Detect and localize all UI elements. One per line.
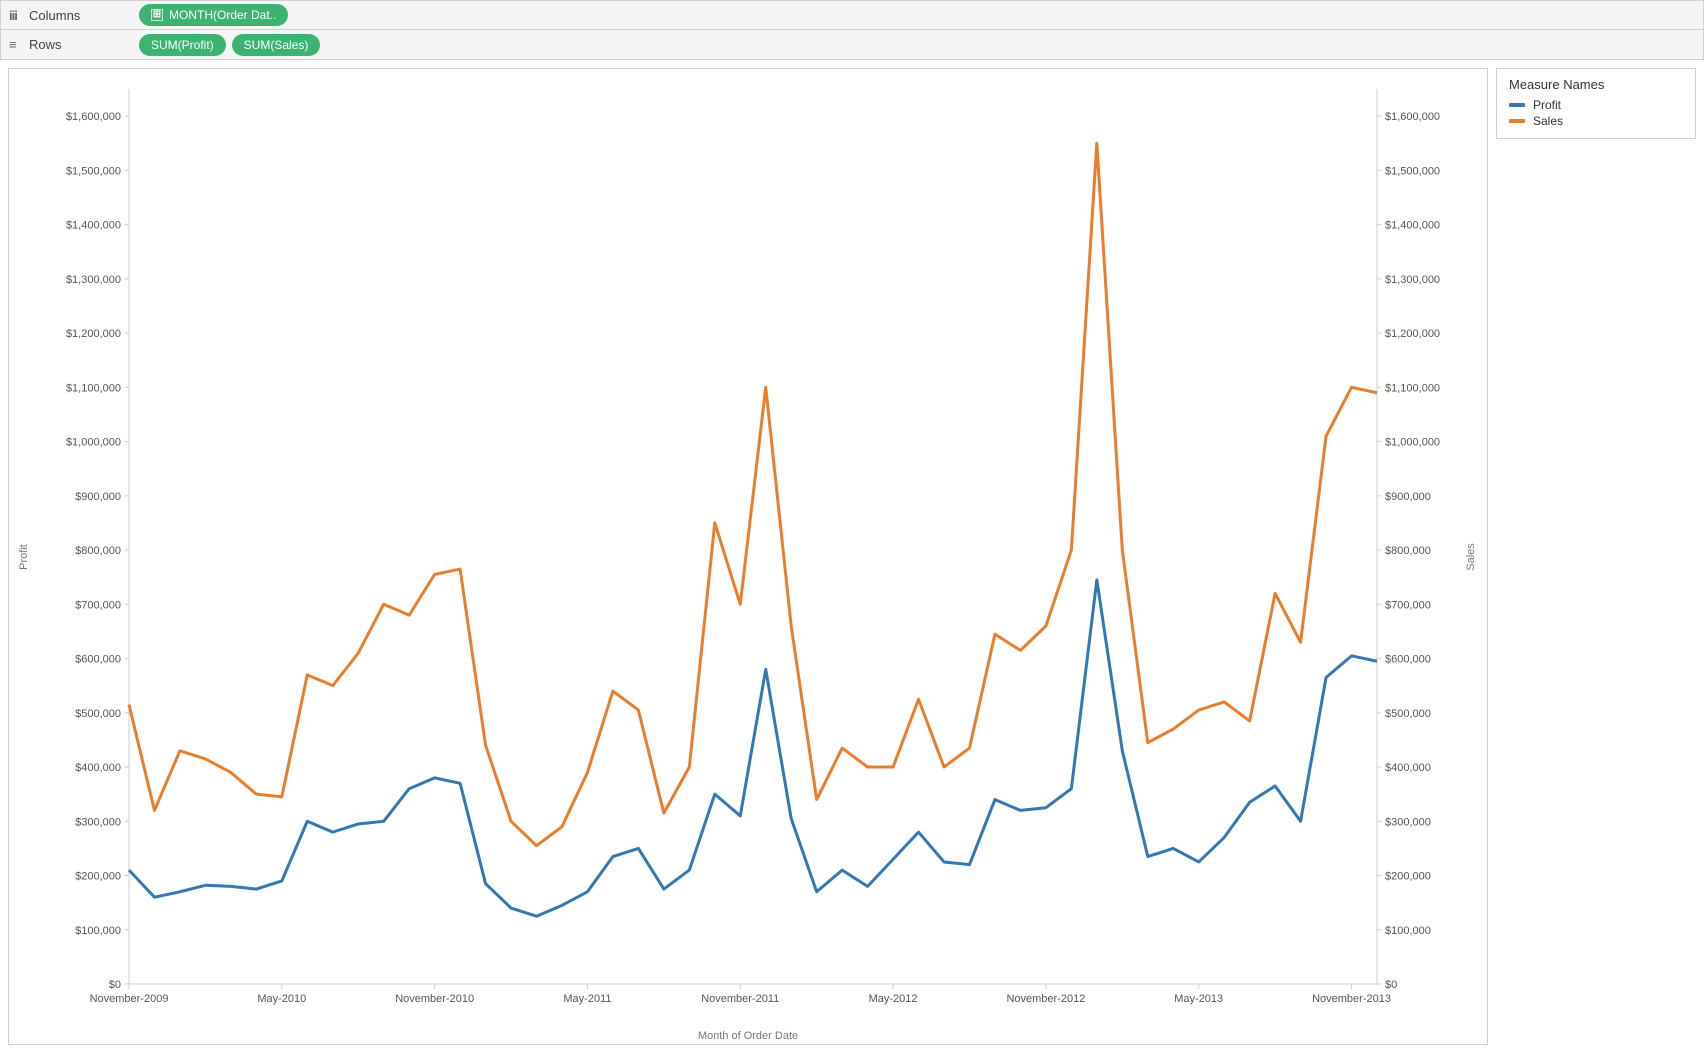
y-left-tick-label: $500,000 xyxy=(75,708,121,720)
y-right-tick-label: $200,000 xyxy=(1385,871,1431,883)
main-area: Profit Sales Month of Order Date $0 $0 $10… xyxy=(0,60,1704,1053)
expand-icon[interactable]: ⊞ xyxy=(151,9,163,21)
y-left-tick-label: $800,000 xyxy=(75,545,121,557)
series-profit[interactable] xyxy=(129,580,1377,916)
y-left-tick-label: $200,000 xyxy=(75,871,121,883)
y-right-tick-label: $300,000 xyxy=(1385,816,1431,828)
x-tick-label: May-2010 xyxy=(257,993,306,1005)
columns-icon: iii xyxy=(9,8,23,23)
y-left-tick-label: $0 xyxy=(109,979,121,991)
y-left-tick-label: $600,000 xyxy=(75,654,121,666)
y-right-tick-label: $500,000 xyxy=(1385,708,1431,720)
x-tick-label: November-2009 xyxy=(90,993,169,1005)
x-tick-label: November-2012 xyxy=(1006,993,1085,1005)
rows-shelf[interactable]: ≡ Rows SUM(Profit) SUM(Sales) xyxy=(0,30,1704,60)
y-right-tick-label: $1,500,000 xyxy=(1385,165,1440,177)
y-right-tick-label: $800,000 xyxy=(1385,545,1431,557)
legend-panel[interactable]: Measure Names Profit Sales xyxy=(1496,68,1696,139)
y-right-tick-label: $1,000,000 xyxy=(1385,437,1440,449)
y-left-axis-title: Profit xyxy=(18,544,30,570)
legend-label: Profit xyxy=(1533,98,1561,112)
pill-label: SUM(Profit) xyxy=(151,38,214,52)
pill-month-order-date[interactable]: ⊞ MONTH(Order Dat.. xyxy=(139,4,288,26)
x-tick-label: May-2011 xyxy=(563,993,611,1005)
y-right-tick-label: $1,400,000 xyxy=(1385,220,1440,232)
y-right-tick-label: $600,000 xyxy=(1385,654,1431,666)
columns-label-text: Columns xyxy=(29,8,80,23)
y-left-tick-label: $700,000 xyxy=(75,599,121,611)
y-left-tick-label: $1,600,000 xyxy=(66,111,121,123)
y-right-tick-label: $400,000 xyxy=(1385,762,1431,774)
y-right-axis-title: Sales xyxy=(1465,543,1477,571)
y-right-tick-label: $100,000 xyxy=(1385,925,1431,937)
y-left-tick-label: $100,000 xyxy=(75,925,121,937)
columns-shelf[interactable]: iii Columns ⊞ MONTH(Order Dat.. xyxy=(0,0,1704,30)
y-left-tick-label: $1,400,000 xyxy=(66,220,121,232)
rows-icon: ≡ xyxy=(9,37,23,52)
legend-title: Measure Names xyxy=(1509,77,1683,92)
rows-shelf-label: ≡ Rows xyxy=(9,37,129,52)
y-left-tick-label: $1,500,000 xyxy=(66,165,121,177)
rows-label-text: Rows xyxy=(29,37,62,52)
legend-swatch xyxy=(1509,119,1525,123)
chart-svg[interactable]: $0 $0 $100,000 $100,000 $200,000 $200,000 $300… xyxy=(9,69,1487,1044)
x-tick-label: November-2011 xyxy=(701,993,779,1005)
pill-label: MONTH(Order Dat.. xyxy=(169,8,276,22)
y-right-tick-label: $1,300,000 xyxy=(1385,274,1440,286)
y-right-tick-label: $700,000 xyxy=(1385,599,1431,611)
y-right-tick-label: $0 xyxy=(1385,979,1397,991)
y-right-tick-label: $900,000 xyxy=(1385,491,1431,503)
rows-pills: SUM(Profit) SUM(Sales) xyxy=(139,34,320,56)
y-left-tick-label: $1,000,000 xyxy=(66,437,121,449)
x-tick-label: May-2012 xyxy=(869,993,918,1005)
y-left-tick-label: $900,000 xyxy=(75,491,121,503)
pill-sum-sales[interactable]: SUM(Sales) xyxy=(232,34,321,56)
pill-label: SUM(Sales) xyxy=(244,38,309,52)
legend-item-profit[interactable]: Profit xyxy=(1509,98,1683,112)
y-left-tick-label: $300,000 xyxy=(75,816,121,828)
chart-panel[interactable]: Profit Sales Month of Order Date $0 $0 $10… xyxy=(8,68,1488,1045)
legend-label: Sales xyxy=(1533,114,1563,128)
x-tick-label: November-2013 xyxy=(1312,993,1391,1005)
columns-pills: ⊞ MONTH(Order Dat.. xyxy=(139,4,288,26)
x-tick-label: November-2010 xyxy=(395,993,474,1005)
x-tick-label: May-2013 xyxy=(1174,993,1223,1005)
y-right-tick-label: $1,100,000 xyxy=(1385,382,1440,394)
y-right-tick-label: $1,600,000 xyxy=(1385,111,1440,123)
pill-sum-profit[interactable]: SUM(Profit) xyxy=(139,34,226,56)
y-left-tick-label: $400,000 xyxy=(75,762,121,774)
columns-shelf-label: iii Columns xyxy=(9,8,129,23)
legend-swatch xyxy=(1509,103,1525,107)
y-right-tick-label: $1,200,000 xyxy=(1385,328,1440,340)
x-axis-title: Month of Order Date xyxy=(698,1030,798,1042)
legend-item-sales[interactable]: Sales xyxy=(1509,114,1683,128)
y-left-tick-label: $1,200,000 xyxy=(66,328,121,340)
y-left-tick-label: $1,100,000 xyxy=(66,382,121,394)
y-left-tick-label: $1,300,000 xyxy=(66,274,121,286)
